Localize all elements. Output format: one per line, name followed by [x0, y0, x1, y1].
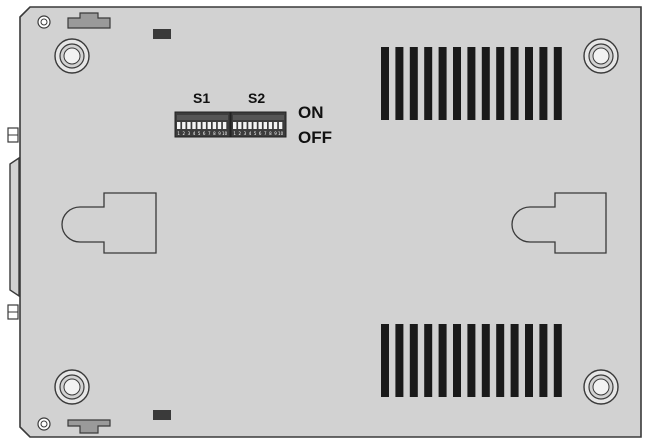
- dip-position-number: 1: [177, 131, 180, 136]
- switch-off-label: OFF: [298, 128, 332, 147]
- switch-s1-label: S1: [193, 90, 211, 106]
- dip-position-number: 3: [244, 131, 247, 136]
- switch-on-label: ON: [298, 103, 324, 122]
- side-connector-top: [7, 127, 19, 143]
- vent-slot: [438, 47, 447, 120]
- vent-slot: [381, 47, 389, 120]
- dip-switch-s1-positions: 1 2 3 4 5 6 7 8 9 10: [177, 115, 228, 136]
- vent-slot: [453, 324, 461, 397]
- dip-position-number: 10: [278, 131, 284, 136]
- side-connector-bottom: [7, 304, 19, 320]
- device-panel: [19, 6, 642, 438]
- foot-top-left: [54, 38, 90, 74]
- dip-toggle[interactable]: [253, 122, 257, 129]
- dip-toggle[interactable]: [222, 122, 227, 129]
- dip-position-number: 7: [264, 131, 267, 136]
- vent-slot: [539, 324, 548, 397]
- side-db-connector: [9, 156, 20, 298]
- dip-position-number: 4: [193, 131, 196, 136]
- dip-switch-s2-positions: 1 2 3 4 5 6 7 8 9 10: [233, 115, 284, 136]
- dip-position-number: 6: [259, 131, 262, 136]
- dip-position-number: 6: [203, 131, 206, 136]
- dip-position-number: 2: [183, 131, 186, 136]
- dip-position-number: 9: [274, 131, 277, 136]
- vent-slot: [525, 324, 533, 397]
- dip-on-strip: [233, 115, 284, 120]
- vent-slot: [481, 47, 490, 120]
- vent-slot: [395, 47, 404, 120]
- vent-slot: [467, 324, 476, 397]
- dip-toggle[interactable]: [207, 122, 211, 129]
- vent-slot: [424, 47, 433, 120]
- vent-slot: [496, 324, 505, 397]
- dip-position-number: 8: [269, 131, 272, 136]
- dip-position-number: 10: [222, 131, 228, 136]
- vent-slot: [467, 47, 476, 120]
- vent-slot: [395, 324, 404, 397]
- dip-toggle[interactable]: [273, 122, 278, 129]
- dip-position-number: 7: [208, 131, 211, 136]
- device-bottom-diagram: 1 2 3 4 5 6 7 8 9 10 1 2 3 4 5 6 7 8 9 10 S1 S2 ON OFF: [0, 0, 646, 439]
- dip-position-number: 8: [213, 131, 216, 136]
- dip-toggle[interactable]: [233, 122, 237, 129]
- dip-position-number: 9: [218, 131, 221, 136]
- vent-slot: [553, 324, 562, 397]
- vent-slot: [510, 324, 519, 397]
- dip-toggle[interactable]: [263, 122, 267, 129]
- dip-position-number: 1: [233, 131, 236, 136]
- vent-slot: [453, 47, 461, 120]
- foot-bottom-left: [54, 369, 90, 405]
- vent-slot: [553, 47, 562, 120]
- dip-toggle[interactable]: [243, 122, 247, 129]
- switch-s2-label: S2: [248, 90, 266, 106]
- dip-on-strip: [177, 115, 228, 120]
- vent-slot: [510, 47, 519, 120]
- device-outline-svg: 1 2 3 4 5 6 7 8 9 10 1 2 3 4 5 6 7 8 9 10: [7, 6, 642, 438]
- dip-toggle[interactable]: [278, 122, 283, 129]
- dip-toggle[interactable]: [212, 122, 217, 129]
- foot-bottom-right: [583, 369, 619, 405]
- dip-position-number: 2: [239, 131, 242, 136]
- vent-slot: [409, 324, 418, 397]
- dip-toggle[interactable]: [177, 122, 181, 129]
- dip-toggle[interactable]: [268, 122, 273, 129]
- dip-toggle[interactable]: [192, 122, 196, 129]
- marker-bottom: [153, 410, 171, 420]
- dip-toggle[interactable]: [182, 122, 186, 129]
- vent-slot: [539, 47, 548, 120]
- vent-slot: [438, 324, 447, 397]
- dip-switch-s1[interactable]: 1 2 3 4 5 6 7 8 9 10: [174, 111, 231, 138]
- dip-toggle[interactable]: [238, 122, 242, 129]
- dip-toggle[interactable]: [258, 122, 262, 129]
- corner-hole-top-left: [37, 15, 51, 29]
- vent-slot: [424, 324, 433, 397]
- dip-position-number: 3: [188, 131, 191, 136]
- marker-top: [153, 29, 171, 39]
- dip-toggle[interactable]: [248, 122, 252, 129]
- corner-hole-bottom-left: [37, 417, 51, 431]
- vent-slot: [525, 47, 533, 120]
- vent-slot: [381, 324, 389, 397]
- dip-toggle[interactable]: [202, 122, 206, 129]
- vent-slot: [481, 324, 490, 397]
- dip-toggle[interactable]: [187, 122, 191, 129]
- dip-toggle[interactable]: [217, 122, 222, 129]
- dip-toggle[interactable]: [197, 122, 201, 129]
- vent-slot: [496, 47, 505, 120]
- vent-slot: [409, 47, 418, 120]
- foot-top-right: [583, 38, 619, 74]
- dip-switch-s2[interactable]: 1 2 3 4 5 6 7 8 9 10: [230, 111, 287, 138]
- dip-position-number: 4: [249, 131, 252, 136]
